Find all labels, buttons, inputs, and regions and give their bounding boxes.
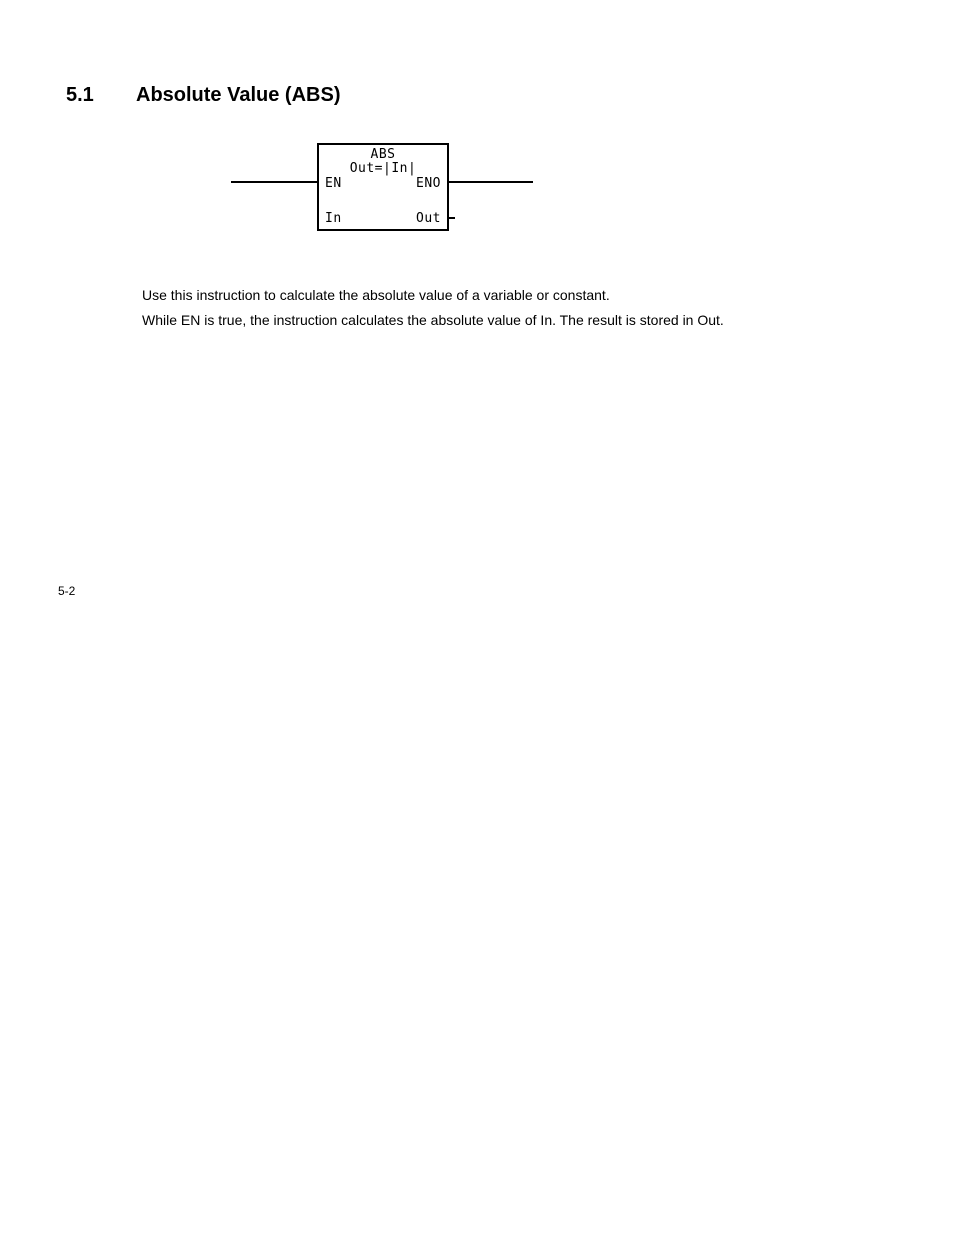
port-out-label: Out	[416, 211, 441, 226]
block-expression-label: Out=|In|	[319, 161, 447, 176]
page-number: 5-2	[58, 584, 75, 598]
block-name-label: ABS	[319, 147, 447, 162]
function-block-diagram: ABS Out=|In| EN ENO In Out	[231, 143, 533, 235]
port-in-label: In	[325, 211, 342, 226]
body-text: Use this instruction to calculate the ab…	[142, 286, 838, 336]
wire-left-en	[231, 181, 317, 183]
section-number: 5.1	[66, 84, 136, 107]
paragraph-2: While EN is true, the instruction calcul…	[142, 311, 838, 330]
section-heading: 5.1Absolute Value (ABS)	[66, 84, 340, 107]
paragraph-1: Use this instruction to calculate the ab…	[142, 286, 838, 305]
function-block-box: ABS Out=|In| EN ENO In Out	[317, 143, 449, 231]
wire-right-out	[449, 217, 455, 219]
page: 5.1Absolute Value (ABS) ABS Out=|In| EN …	[0, 0, 954, 1235]
port-en-label: EN	[325, 176, 342, 191]
wire-right-eno	[449, 181, 533, 183]
section-title: Absolute Value (ABS)	[136, 84, 340, 106]
port-eno-label: ENO	[416, 176, 441, 191]
